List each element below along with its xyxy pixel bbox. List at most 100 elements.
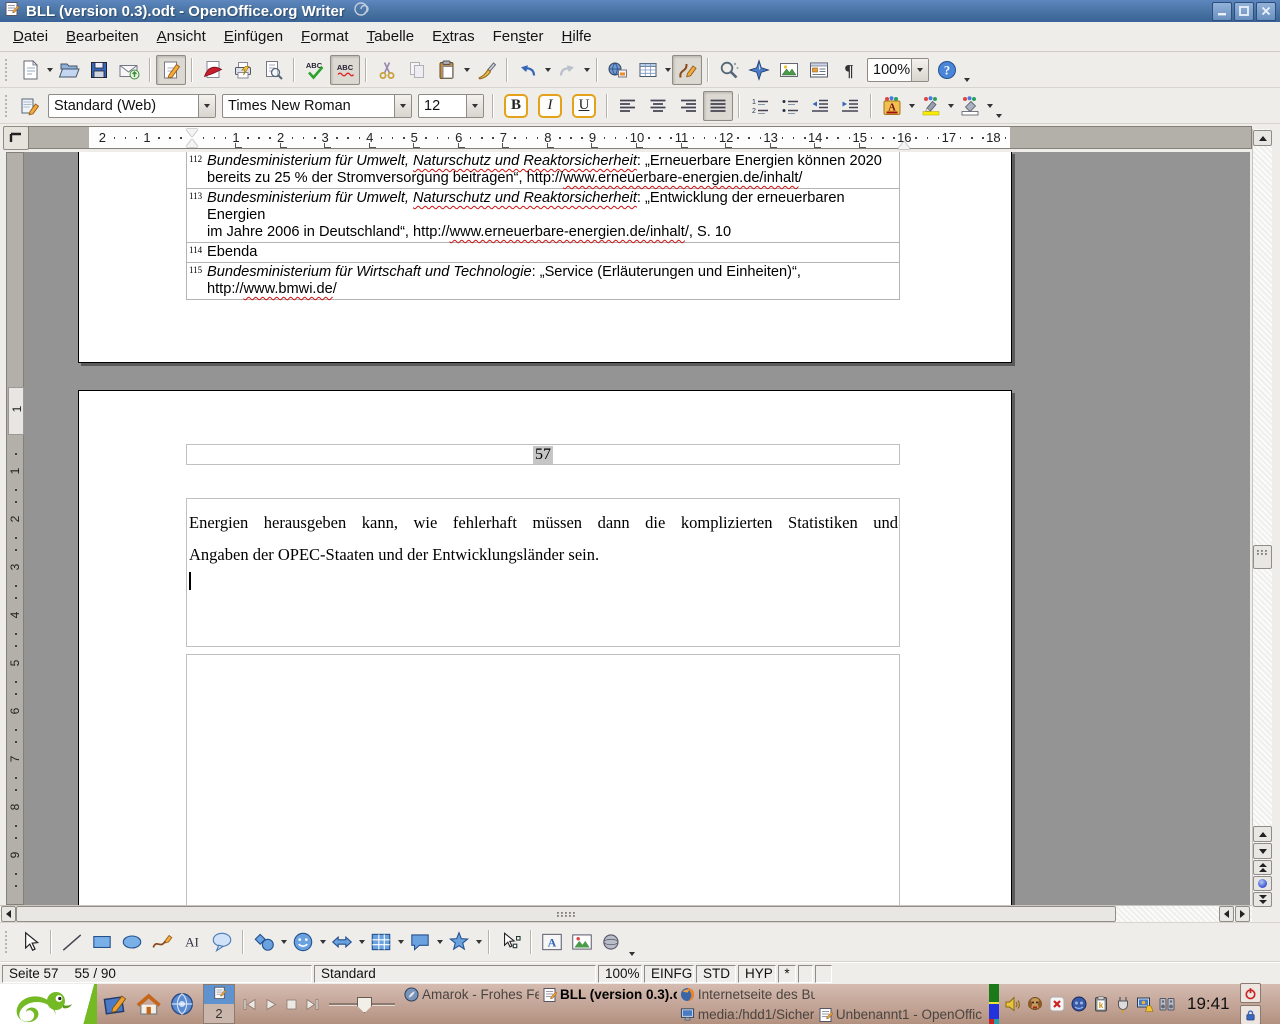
toolbar-overflow-button[interactable] [994,109,1003,123]
task-button-amarok[interactable]: Amarok - Frohes Fest v [401,984,539,1004]
beagle-tray-icon[interactable] [1025,994,1045,1014]
ellipse-button[interactable] [117,927,147,957]
red-x-tray-icon[interactable] [1047,994,1067,1014]
block-arrows-dropdown[interactable] [357,929,366,955]
menu-item-fenster[interactable]: Fenster [484,25,553,48]
table-button[interactable] [633,55,663,85]
background-color-button[interactable] [955,91,985,121]
italic-button[interactable]: I [533,91,567,121]
task-button-internetseite[interactable]: Internetseite des Bundes [677,984,815,1004]
styles-window-button[interactable] [15,91,45,121]
flowchart-button[interactable] [366,927,396,957]
menu-item-extras[interactable]: Extras [423,25,484,48]
redo-dropdown[interactable] [582,57,591,83]
pager-desktop-2[interactable]: 2 [204,1004,234,1023]
align-left-button[interactable] [613,91,643,121]
paragraph-style-combo[interactable]: Standard (Web) [48,94,216,118]
status-zoom[interactable]: 100% [598,965,642,983]
toolbar-overflow-button[interactable] [627,947,636,961]
status-selection-mode[interactable]: STD [696,965,736,983]
undo-button[interactable] [513,55,543,85]
export-pdf-button[interactable] [198,55,228,85]
justify-button[interactable] [703,91,733,121]
notes-launcher[interactable] [98,988,130,1020]
media-stop-button[interactable] [281,995,302,1013]
open-button[interactable] [54,55,84,85]
taskbar-clock[interactable]: 19:41 [1187,994,1230,1014]
scroll-up-button[interactable] [1253,130,1272,146]
paste-button[interactable] [432,55,462,85]
slider-thumb[interactable] [357,997,372,1013]
new-document-button[interactable] [15,55,45,85]
stars-button[interactable] [444,927,474,957]
zoom-combo[interactable]: 100% [867,58,929,82]
underline-button[interactable]: U [567,91,601,121]
gallery-button[interactable] [774,55,804,85]
horizontal-scroll-thumb[interactable] [16,906,1116,922]
draw-functions-button[interactable] [672,55,702,85]
font-size-combo-dropdown[interactable] [466,95,483,117]
task-button-bll[interactable]: BLL (version 0.3).odt - [539,984,677,1004]
menu-item-tabelle[interactable]: Tabelle [358,25,424,48]
edit-points-button[interactable] [495,927,525,957]
indent-marker[interactable] [186,129,198,147]
status-page-style[interactable]: Standard [314,965,596,983]
pager-desktop-1[interactable] [204,985,234,1004]
text-box-button[interactable]: AI [177,927,207,957]
minimize-button[interactable] [1212,2,1232,21]
font-size-combo[interactable]: 12 [418,94,484,118]
format-paintbrush-button[interactable] [471,55,501,85]
previous-page-button[interactable] [1253,860,1272,875]
scroll-right-button[interactable] [1235,906,1250,922]
desktop-pager[interactable]: 2 [203,984,235,1024]
data-sources-button[interactable] [804,55,834,85]
scroll-down-button[interactable] [1253,843,1272,859]
konqueror-launcher[interactable] [166,988,198,1020]
document-as-email-button[interactable] [114,55,144,85]
klipper-tray-icon[interactable]: k [1091,994,1111,1014]
task-button-mediahdd1sicherung[interactable]: media:/hdd1/Sicherung/ [677,1004,815,1024]
navigation-button[interactable] [1253,876,1272,891]
bold-button[interactable]: B [499,91,533,121]
toolbar-grip[interactable] [4,59,11,81]
help-button[interactable]: ? [932,55,962,85]
menu-item-hilfe[interactable]: Hilfe [553,25,601,48]
menu-item-ansicht[interactable]: Ansicht [148,25,215,48]
callouts-legacy-button[interactable] [207,927,237,957]
cut-button[interactable] [372,55,402,85]
document-canvas[interactable]: 112Bundesministerium für Umwelt, Natursc… [24,152,1250,905]
next-page-button[interactable] [1253,892,1272,907]
speakers-tray-icon[interactable] [1157,994,1177,1014]
basic-shapes-button[interactable] [249,927,279,957]
media-play-button[interactable] [260,995,281,1013]
font-color-dropdown[interactable] [907,93,916,119]
spellcheck-button[interactable]: ABC [300,55,330,85]
toolbar-grip[interactable] [4,931,11,953]
volume-slider[interactable] [329,995,395,1013]
vertical-ruler[interactable]: 1 123456789 [6,152,24,905]
close-button[interactable] [1256,2,1276,21]
select-button[interactable] [15,927,45,957]
scroll-left-button[interactable] [1,906,16,922]
font-color-button[interactable]: A [877,91,907,121]
zoom-combo-dropdown[interactable] [911,59,928,81]
find-replace-button[interactable] [714,55,744,85]
power-plug-tray-icon[interactable] [1113,994,1133,1014]
edit-file-button[interactable] [156,55,186,85]
save-button[interactable] [84,55,114,85]
body-text-frame[interactable]: Energien herausgeben kann, wie fehlerhaf… [186,498,900,647]
decrease-indent-button[interactable] [805,91,835,121]
hyperlink-button[interactable] [603,55,633,85]
table-dropdown[interactable] [663,57,672,83]
nonprinting-characters-button[interactable]: ¶ [834,55,864,85]
vertical-scroll-thumb[interactable] [1253,545,1272,569]
basic-shapes-dropdown[interactable] [279,929,288,955]
media-next-button[interactable] [302,995,323,1013]
lock-screen-button[interactable] [1240,1005,1261,1024]
flowchart-dropdown[interactable] [396,929,405,955]
menu-item-einfuegen[interactable]: Einfügen [215,25,292,48]
maximize-button[interactable] [1234,2,1254,21]
system-load-indicator[interactable] [989,984,999,1024]
line-button[interactable] [57,927,87,957]
callouts-dropdown[interactable] [435,929,444,955]
